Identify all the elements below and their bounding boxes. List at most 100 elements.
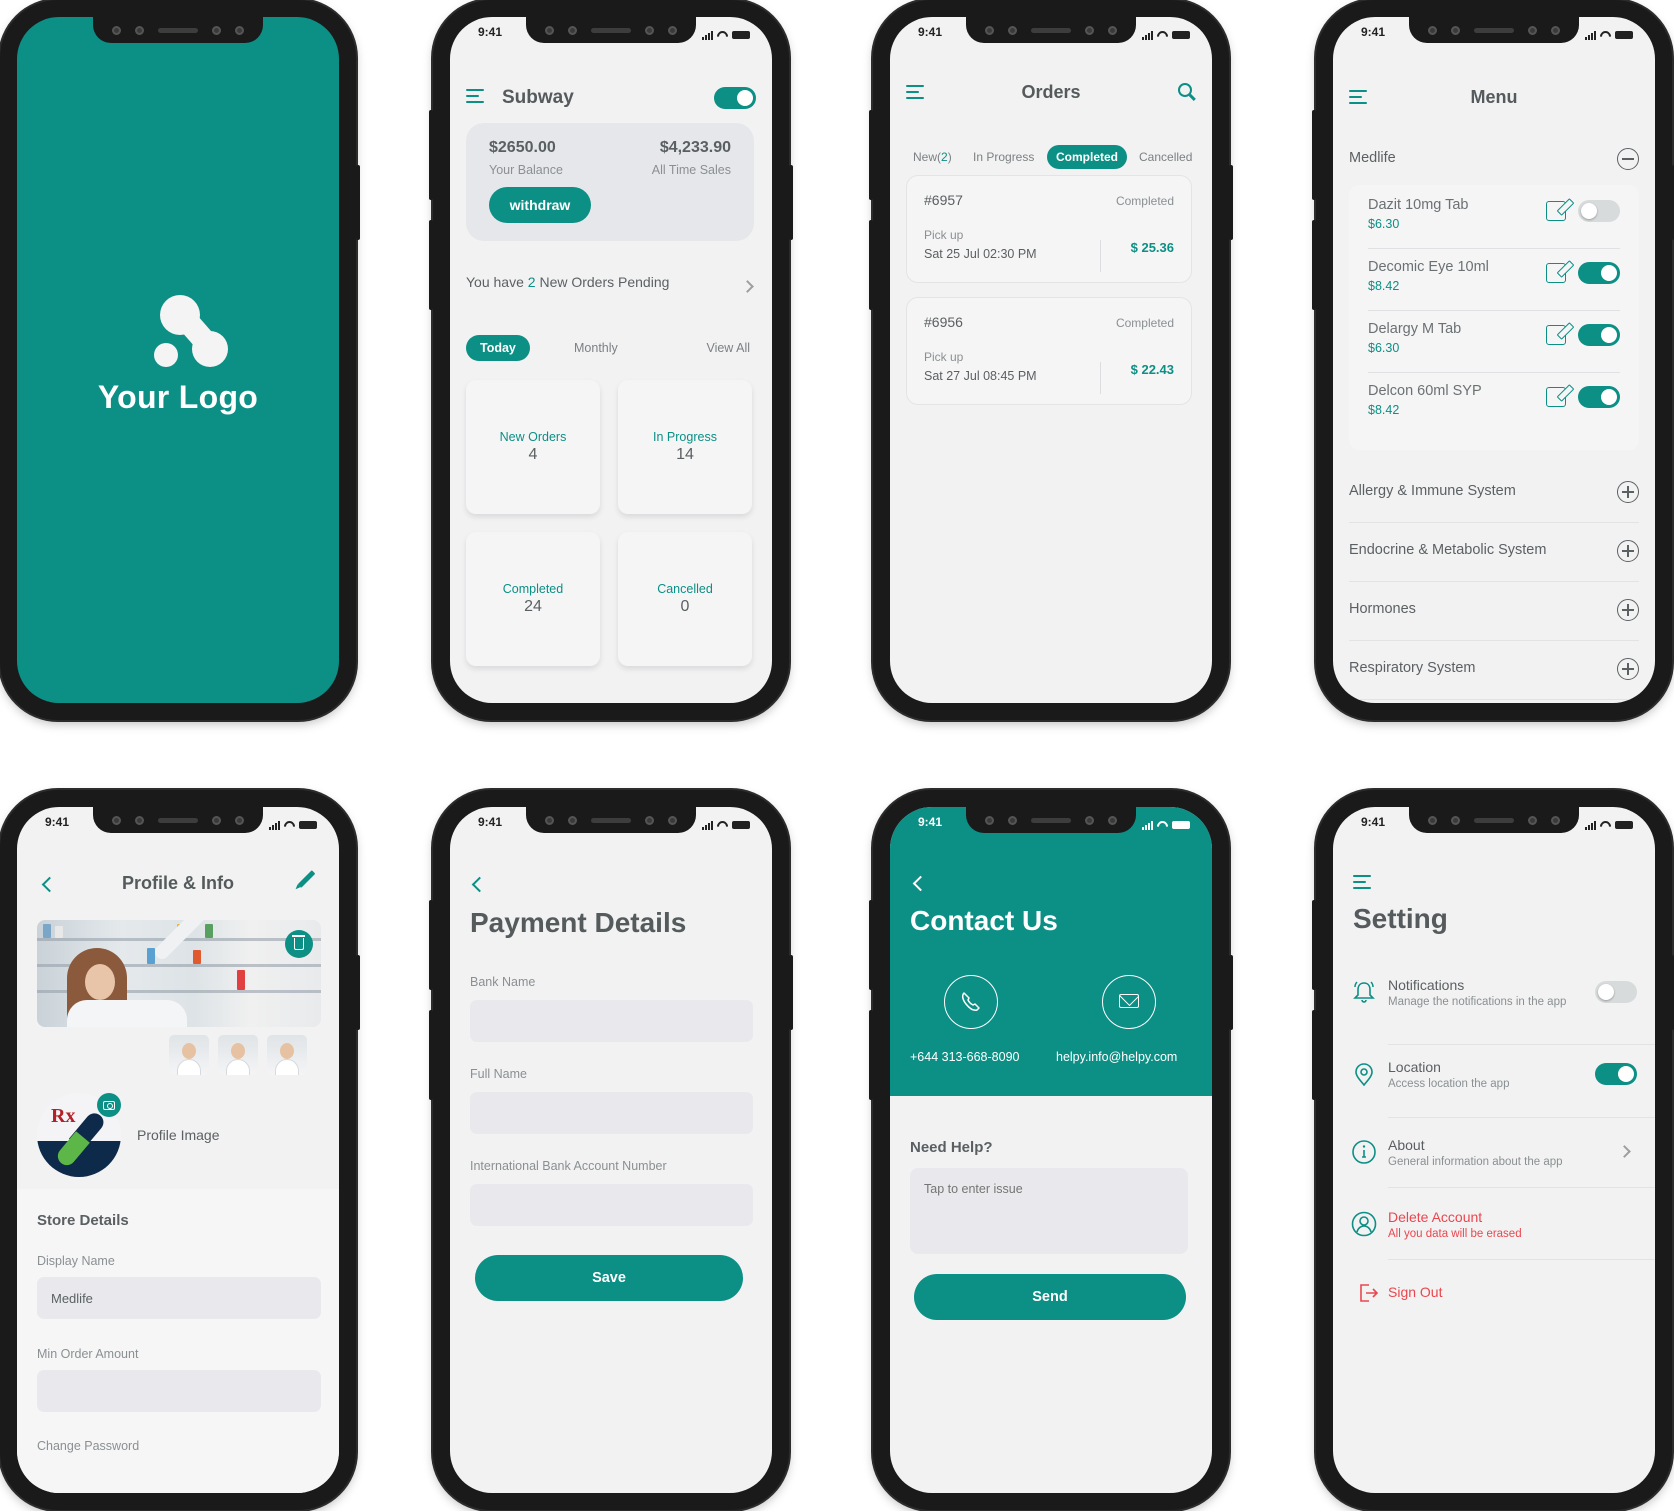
edit-icon[interactable]: [1546, 387, 1566, 407]
category-row[interactable]: Hormones: [1349, 583, 1639, 641]
page-title: Payment Details: [470, 907, 687, 938]
category-row[interactable]: Allergy & Immune System: [1349, 465, 1639, 523]
setting-about[interactable]: About General information about the app: [1351, 1137, 1655, 1207]
bank-name-field[interactable]: [470, 1000, 753, 1042]
change-password-link[interactable]: Change Password: [37, 1439, 139, 1453]
expand-icon[interactable]: [1617, 658, 1639, 680]
gallery-thumbnail[interactable]: [218, 1035, 258, 1075]
delete-cover-button[interactable]: [285, 930, 313, 958]
signal-icon: [1585, 30, 1596, 40]
tab-new[interactable]: New(2): [913, 145, 952, 169]
tab-cancelled[interactable]: Cancelled: [1139, 145, 1192, 169]
pending-count: 2: [527, 274, 536, 290]
phone-splash: Your Logo: [0, 0, 360, 720]
category-row[interactable]: Respiratory System: [1349, 642, 1639, 700]
pending-orders-link[interactable]: You have 2 New Orders Pending: [466, 274, 669, 290]
wifi-icon: [1157, 821, 1168, 830]
sign-out-button[interactable]: Sign Out: [1351, 1280, 1655, 1310]
display-name-label: Display Name: [37, 1254, 115, 1268]
order-price: $ 25.36: [1130, 240, 1174, 255]
battery-icon: [1172, 31, 1190, 39]
min-order-label: Min Order Amount: [37, 1347, 139, 1361]
availability-toggle[interactable]: [1578, 262, 1620, 284]
iban-field[interactable]: [470, 1184, 753, 1226]
medicine-name: Delargy M Tab: [1368, 321, 1462, 337]
contact-phone[interactable]: +644 313-668-8090: [910, 1050, 1019, 1064]
tab-today[interactable]: Today: [466, 335, 530, 361]
email-button[interactable]: [1102, 975, 1156, 1029]
category-medlife[interactable]: Medlife: [1349, 150, 1396, 166]
full-name-field[interactable]: [470, 1092, 753, 1134]
tab-monthly[interactable]: Monthly: [574, 335, 618, 361]
profile-image-label: Profile Image: [137, 1127, 220, 1143]
status-time: 9:41: [478, 815, 503, 829]
status-time: 9:41: [918, 25, 943, 39]
order-datetime: Sat 27 Jul 08:45 PM: [924, 369, 1037, 383]
search-icon[interactable]: [1178, 83, 1192, 97]
medicine-item: Delargy M Tab $6.30: [1368, 311, 1620, 373]
payment-screen: 9:41 Payment Details Bank Name Full Name…: [450, 807, 772, 1493]
withdraw-button[interactable]: withdraw: [489, 187, 591, 223]
min-order-field[interactable]: [37, 1370, 321, 1412]
tab-in-progress[interactable]: In Progress: [973, 145, 1034, 169]
availability-toggle[interactable]: [1578, 386, 1620, 408]
signal-icon: [1585, 820, 1596, 830]
stat-value: 24: [524, 598, 542, 615]
medicine-name: Delcon 60ml SYP: [1368, 383, 1482, 399]
issue-input[interactable]: [910, 1168, 1188, 1254]
chevron-right-icon[interactable]: [741, 280, 754, 293]
notch: [966, 807, 1136, 833]
hamburger-menu-icon[interactable]: [466, 89, 484, 103]
tab-view-all[interactable]: View All: [706, 335, 750, 361]
back-icon[interactable]: [471, 876, 488, 893]
stat-card-new-orders[interactable]: New Orders 4: [466, 380, 600, 514]
category-row[interactable]: Endocrine & Metabolic System: [1349, 524, 1639, 582]
edit-icon[interactable]: [1546, 263, 1566, 283]
store-online-toggle[interactable]: [714, 87, 756, 109]
battery-icon: [1615, 821, 1633, 829]
chevron-right-icon[interactable]: [1618, 1145, 1631, 1158]
edit-icon[interactable]: [1546, 201, 1566, 221]
order-status: Completed: [1115, 316, 1174, 330]
setting-location: Location Access location the app: [1351, 1059, 1655, 1129]
stat-card-completed[interactable]: Completed 24: [466, 532, 600, 666]
signal-icon: [702, 820, 713, 830]
tab-completed[interactable]: Completed: [1047, 145, 1128, 169]
tab-new-count: 2: [941, 150, 948, 164]
pickup-label: Pick up: [924, 228, 964, 242]
availability-toggle[interactable]: [1578, 200, 1620, 222]
stat-label: Completed: [502, 582, 564, 596]
stat-card-cancelled[interactable]: Cancelled 0: [618, 532, 752, 666]
send-button[interactable]: Send: [914, 1274, 1186, 1320]
stat-card-in-progress[interactable]: In Progress 14: [618, 380, 752, 514]
setting-delete-account[interactable]: Delete Account All you data will be eras…: [1351, 1209, 1655, 1279]
expand-icon[interactable]: [1617, 599, 1639, 621]
expand-icon[interactable]: [1617, 540, 1639, 562]
gallery-thumbnail[interactable]: [169, 1035, 209, 1075]
phone-contact: 9:41 Contact Us +644 313-668-8090 helpy.…: [869, 790, 1233, 1510]
gallery-thumbnail[interactable]: [267, 1035, 307, 1075]
contact-email[interactable]: helpy.info@helpy.com: [1056, 1050, 1177, 1064]
notch: [526, 807, 696, 833]
save-button[interactable]: Save: [475, 1255, 743, 1301]
availability-toggle[interactable]: [1578, 324, 1620, 346]
edit-icon[interactable]: [1546, 325, 1566, 345]
balance-card: $2650.00 Your Balance $4,233.90 All Time…: [466, 123, 754, 241]
order-card[interactable]: #6956 Completed Pick up Sat 27 Jul 08:45…: [906, 297, 1192, 405]
notch: [1409, 807, 1579, 833]
phone-orders: 9:41 Orders New(2) In Progress Completed…: [869, 0, 1233, 720]
display-name-field[interactable]: [37, 1277, 321, 1319]
hamburger-menu-icon[interactable]: [1353, 875, 1371, 889]
call-button[interactable]: [944, 975, 998, 1029]
order-card[interactable]: #6957 Completed Pick up Sat 25 Jul 02:30…: [906, 175, 1192, 283]
wifi-icon: [1600, 821, 1611, 830]
medicine-item: Dazit 10mg Tab $6.30: [1368, 187, 1620, 249]
sales-amount: $4,233.90: [659, 139, 731, 156]
expand-icon[interactable]: [1617, 481, 1639, 503]
battery-icon: [1615, 31, 1633, 39]
collapse-icon[interactable]: [1617, 148, 1639, 170]
location-toggle[interactable]: [1595, 1063, 1637, 1085]
category-name: Endocrine & Metabolic System: [1349, 542, 1547, 558]
notifications-toggle[interactable]: [1595, 981, 1637, 1003]
change-photo-button[interactable]: [97, 1093, 121, 1117]
